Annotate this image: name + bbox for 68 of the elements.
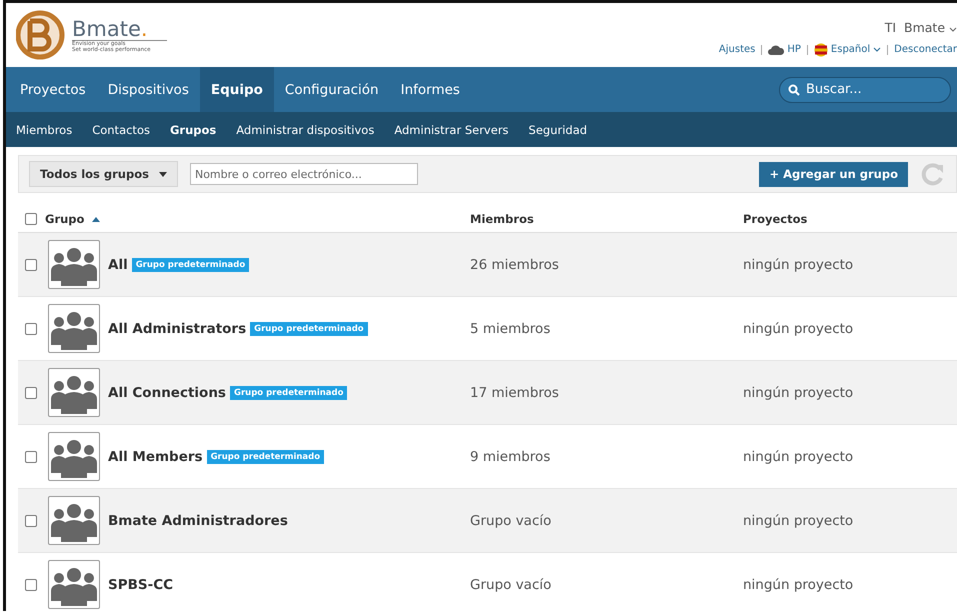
header-link[interactable]: HP bbox=[768, 44, 801, 55]
member-count: 17 miembros bbox=[470, 384, 560, 400]
checkbox[interactable] bbox=[25, 450, 37, 462]
member-count: 9 miembros bbox=[470, 448, 552, 464]
projects-cell-text: ningún proyecto bbox=[743, 512, 854, 528]
group-name[interactable]: All Connections bbox=[108, 384, 226, 400]
default-group-badge: Grupo predeterminado bbox=[132, 258, 250, 272]
subnav-tab[interactable]: Contactos bbox=[82, 122, 160, 136]
group-avatar-icon bbox=[48, 240, 100, 289]
nav-tab[interactable]: Equipo bbox=[200, 67, 274, 112]
nav-tab[interactable]: Proyectos bbox=[9, 67, 97, 112]
header-link[interactable]: Ajustes bbox=[718, 44, 756, 55]
user-menu[interactable]: Bmate bbox=[904, 20, 957, 34]
default-group-badge: Grupo predeterminado bbox=[250, 322, 368, 336]
nav-tab[interactable]: Dispositivos bbox=[96, 67, 200, 112]
group-avatar-icon bbox=[48, 368, 100, 417]
caret-icon bbox=[873, 47, 882, 52]
subnav-tab[interactable]: Administrar dispositivos bbox=[226, 122, 384, 136]
add-group-button[interactable]: + Agregar un grupo bbox=[759, 162, 908, 186]
group-avatar-icon bbox=[48, 432, 100, 481]
group-name[interactable]: All Administrators bbox=[108, 320, 246, 336]
header-link[interactable]: Español bbox=[814, 42, 882, 56]
nav-tab[interactable]: Informes bbox=[390, 67, 471, 112]
group-avatar-icon bbox=[48, 560, 100, 609]
checkbox[interactable] bbox=[25, 578, 37, 590]
filter-dropdown[interactable]: Todos los grupos bbox=[29, 161, 178, 187]
group-avatar-icon bbox=[48, 304, 100, 353]
group-name[interactable]: All Members bbox=[108, 448, 203, 464]
subnav-tab[interactable]: Grupos bbox=[160, 122, 226, 136]
projects-cell-text: ningún proyecto bbox=[743, 384, 854, 400]
projects-cell-text: ningún proyecto bbox=[743, 576, 854, 592]
default-group-badge: Grupo predeterminado bbox=[230, 386, 348, 400]
caret-icon bbox=[949, 26, 957, 32]
group-name[interactable]: SPBS-CC bbox=[108, 576, 174, 592]
group-name[interactable]: All bbox=[108, 256, 128, 272]
default-group-badge: Grupo predeterminado bbox=[206, 450, 324, 464]
checkbox[interactable] bbox=[25, 213, 37, 225]
projects-cell-text: ningún proyecto bbox=[743, 256, 854, 272]
projects-cell-text: ningún proyecto bbox=[743, 448, 854, 464]
checkbox[interactable] bbox=[25, 386, 37, 398]
projects-cell-text: ningún proyecto bbox=[743, 320, 854, 336]
cloud-icon bbox=[768, 44, 784, 54]
search-icon bbox=[788, 84, 800, 96]
subnav-tab[interactable]: Miembros bbox=[16, 122, 82, 136]
nav-tab[interactable]: Configuración bbox=[274, 67, 390, 112]
header-link[interactable]: Desconectar bbox=[894, 44, 957, 55]
column-header[interactable]: Grupo bbox=[45, 212, 84, 226]
checkbox[interactable] bbox=[25, 322, 37, 334]
checkbox[interactable] bbox=[25, 514, 37, 526]
search-field[interactable]: Nombre o correo electrónico... bbox=[190, 163, 418, 185]
member-count: 26 miembros bbox=[470, 256, 560, 272]
sort-icon bbox=[92, 216, 100, 222]
flag-icon bbox=[814, 42, 828, 56]
search-field[interactable]: Buscar... bbox=[779, 76, 951, 102]
subnav-tab[interactable]: Administrar Servers bbox=[384, 122, 519, 136]
member-count: Grupo vacío bbox=[470, 512, 552, 528]
column-header: Miembros bbox=[470, 212, 535, 226]
checkbox[interactable] bbox=[25, 258, 37, 270]
group-name[interactable]: Bmate Administradores bbox=[108, 512, 288, 528]
member-count: Grupo vacío bbox=[470, 576, 552, 592]
refresh-icon bbox=[920, 161, 946, 187]
user-initials: TI bbox=[884, 20, 896, 34]
logo-text: Bmate. bbox=[72, 18, 149, 40]
group-avatar-icon bbox=[48, 496, 100, 545]
column-header: Proyectos bbox=[743, 212, 808, 226]
caret-icon bbox=[158, 172, 167, 176]
subnav-tab[interactable]: Seguridad bbox=[518, 122, 598, 136]
member-count: 5 miembros bbox=[470, 320, 552, 336]
